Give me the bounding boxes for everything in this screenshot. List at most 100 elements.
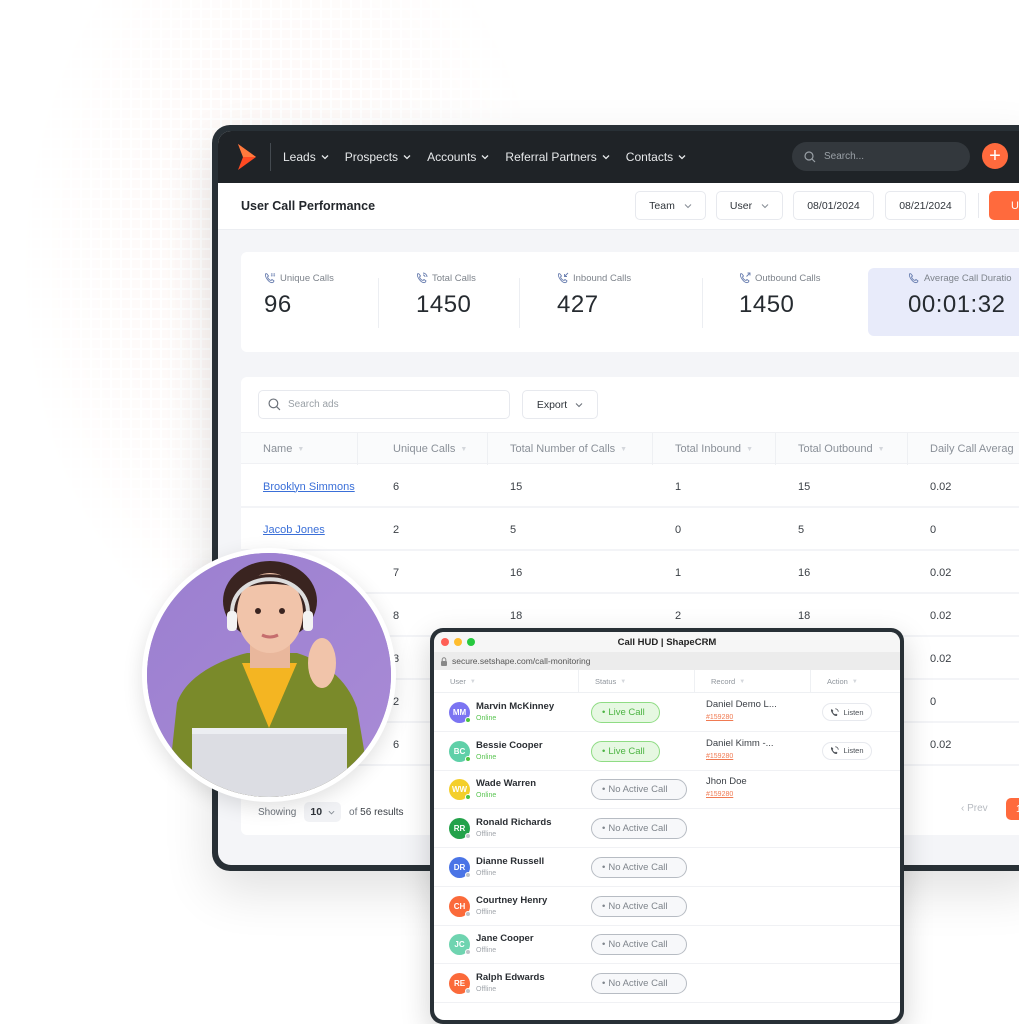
header-divider xyxy=(978,193,979,218)
page-title: User Call Performance xyxy=(241,199,376,213)
prev-page-button[interactable]: ‹ Prev xyxy=(961,803,988,814)
results-prefix: of xyxy=(349,806,358,818)
column-header-total-inbound[interactable]: Total Inbound ▼ xyxy=(653,433,776,465)
primary-action-button[interactable]: U xyxy=(989,191,1019,220)
column-header-total-outbound[interactable]: Total Outbound ▼ xyxy=(776,433,908,465)
call-status-badge: • Live Call xyxy=(591,740,660,762)
user-filter-dropdown[interactable]: User xyxy=(716,191,783,220)
record-id-link[interactable]: #159280 xyxy=(706,791,733,798)
stat-divider xyxy=(702,278,703,328)
column-label: Record xyxy=(711,677,736,686)
presence-label: Online xyxy=(476,792,497,800)
cell-name[interactable]: Jacob Jones xyxy=(241,508,325,551)
user-name: Courtney Henry xyxy=(476,894,548,906)
hud-user-row: CH Courtney Henry Offline • No Active Call xyxy=(434,887,900,926)
table-row: Jacob Jones 2 5 0 5 0 xyxy=(241,508,1019,551)
column-header-name[interactable]: Name ▼ xyxy=(241,433,358,465)
nav-divider xyxy=(270,143,271,171)
column-label: User xyxy=(450,677,466,686)
listen-button[interactable]: Listen xyxy=(822,703,872,721)
column-header-user[interactable]: User ▼ xyxy=(434,670,579,693)
minimize-window-button[interactable] xyxy=(454,638,462,646)
column-header-action[interactable]: Action ▼ xyxy=(811,670,900,693)
column-label: Action xyxy=(827,677,848,686)
cell-total-outbound: 15 xyxy=(798,480,811,493)
search-icon xyxy=(268,398,281,411)
page-button-current[interactable]: 1 xyxy=(1006,798,1019,820)
column-label: Total Inbound xyxy=(675,443,742,455)
close-window-button[interactable] xyxy=(441,638,449,646)
per-page-select[interactable]: 10 xyxy=(304,802,342,822)
agent-photo xyxy=(142,548,396,802)
team-filter-label: Team xyxy=(649,199,675,212)
nav-item-referral-partners[interactable]: Referral Partners xyxy=(505,150,610,164)
phone-incoming-icon xyxy=(557,272,569,284)
prev-label: Prev xyxy=(967,803,988,814)
column-header-record[interactable]: Record ▼ xyxy=(695,670,811,693)
stat-value: 00:01:32 xyxy=(908,291,1006,318)
team-filter-dropdown[interactable]: Team xyxy=(635,191,706,220)
agent-illustration xyxy=(147,553,391,797)
brand-logo-icon[interactable] xyxy=(236,144,256,170)
presence-label: Online xyxy=(476,715,497,722)
cell-total-calls: 5 xyxy=(510,523,517,536)
chevron-down-icon xyxy=(678,155,686,160)
column-header-status[interactable]: Status ▼ xyxy=(579,670,695,693)
presence-label: Offline xyxy=(476,831,497,839)
presence-label: Online xyxy=(476,753,497,761)
hud-user-row: WW Wade Warren Online • No Active Call Jhon … xyxy=(434,770,900,810)
top-navigation: Leads Prospects Accounts Referral Partne… xyxy=(218,131,1019,183)
nav-item-leads[interactable]: Leads xyxy=(283,150,329,164)
column-header-total-calls[interactable]: Total Number of Calls ▼ xyxy=(488,433,653,465)
window-title: Call HUD | ShapeCRM xyxy=(617,636,717,648)
showing-label: Showing xyxy=(258,806,297,818)
call-status-label: Live Call xyxy=(608,745,645,757)
hud-user-row: RR Ronald Richards Offline • No Active Call xyxy=(434,809,900,849)
nav-item-prospects[interactable]: Prospects xyxy=(345,150,411,164)
record-name: Daniel Kimm -... xyxy=(706,737,774,749)
add-button[interactable]: + xyxy=(982,143,1008,169)
cell-name[interactable]: Brooklyn Simmons xyxy=(241,465,355,508)
record-id-link[interactable]: #159280 xyxy=(706,753,733,760)
address-bar[interactable]: secure.setshape.com/call-monitoring xyxy=(434,652,900,670)
search-placeholder: Search... xyxy=(824,151,865,162)
column-header-unique-calls[interactable]: Unique Calls ▼ xyxy=(371,433,488,465)
cell-daily-average: 0.02 xyxy=(930,609,952,622)
end-date-input[interactable]: 08/21/2024 xyxy=(885,191,966,220)
global-search-input[interactable]: Search... xyxy=(792,142,970,171)
sort-icon: ▼ xyxy=(739,678,746,685)
call-hud-window: Call HUD | ShapeCRM secure.setshape.com/… xyxy=(430,628,904,1024)
stat-label: Unique Calls xyxy=(280,272,334,284)
table-search-input[interactable]: Search ads xyxy=(258,390,510,419)
listen-button[interactable]: Listen xyxy=(822,741,872,760)
cell-daily-average: 0.02 xyxy=(930,738,952,751)
hud-user-row: MM Marvin McKinney Online • Live Call Daniel… xyxy=(434,693,900,732)
sort-icon: ▼ xyxy=(620,678,627,685)
page-header: User Call Performance Team User 08/01/20… xyxy=(218,183,1019,229)
nav-item-contacts[interactable]: Contacts xyxy=(626,150,686,164)
nav-label: Contacts xyxy=(625,150,674,164)
column-label: Status xyxy=(595,677,617,686)
export-dropdown-button[interactable]: Export xyxy=(522,390,598,419)
presence-label: Offline xyxy=(476,869,497,877)
record-name: Daniel Demo L... xyxy=(706,699,777,710)
column-header-daily-average[interactable]: Daily Call Averag xyxy=(908,433,1019,465)
maximize-window-button[interactable] xyxy=(467,638,475,646)
nav-label: Prospects xyxy=(344,150,399,164)
nav-item-accounts[interactable]: Accounts xyxy=(427,150,489,164)
stat-label: Inbound Calls xyxy=(573,272,632,284)
record-id-link[interactable]: #159280 xyxy=(706,714,733,721)
call-status-badge: • No Active Call xyxy=(591,818,687,840)
phone-dots-icon xyxy=(264,272,276,284)
start-date-input[interactable]: 08/01/2024 xyxy=(793,191,874,220)
chevron-left-icon: ‹ xyxy=(961,803,965,814)
call-status-badge: • No Active Call xyxy=(591,934,687,956)
chevron-down-icon xyxy=(403,155,411,160)
stat-divider xyxy=(378,278,379,328)
chevron-down-icon xyxy=(684,203,692,208)
hud-user-row: RE Ralph Edwards Offline • No Active Call xyxy=(434,964,900,1003)
presence-indicator xyxy=(465,794,471,801)
cell-total-inbound: 0 xyxy=(675,523,682,536)
presence-indicator xyxy=(465,833,471,840)
user-name: Ralph Edwards xyxy=(476,971,545,983)
